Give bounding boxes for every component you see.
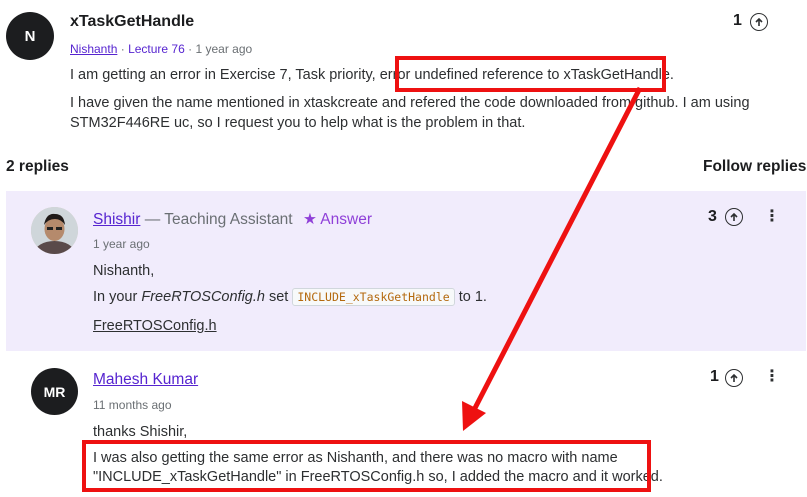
annotation-arrow [462, 86, 643, 431]
